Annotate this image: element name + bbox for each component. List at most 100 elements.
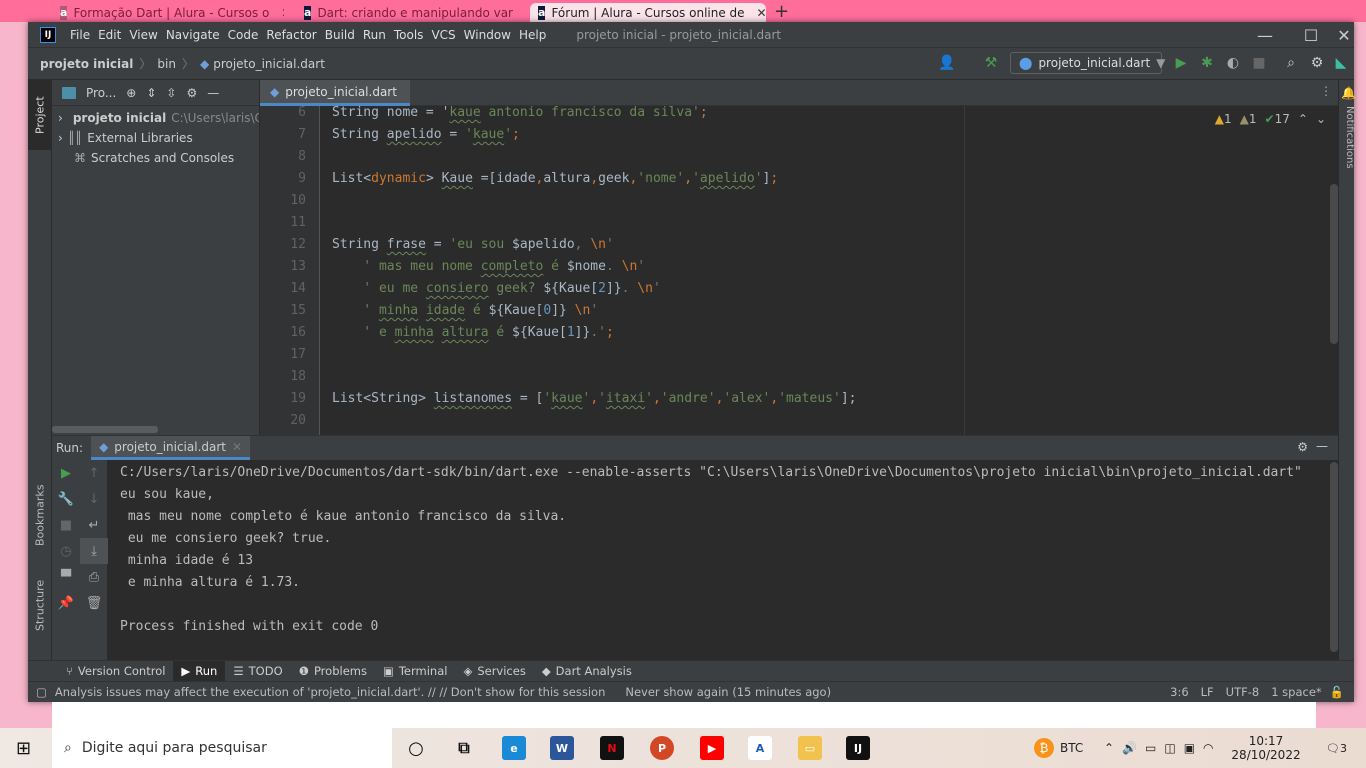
menu-refactor[interactable]: Refactor bbox=[262, 28, 320, 42]
gear-icon[interactable]: ⚙ bbox=[186, 86, 197, 100]
camera-icon[interactable]: ◫ bbox=[1164, 741, 1175, 755]
panel-toggle-icon[interactable]: ▢ bbox=[36, 685, 47, 699]
run-icon[interactable]: ▶ bbox=[1172, 54, 1190, 72]
tab-structure[interactable]: Structure bbox=[28, 570, 52, 640]
edge-icon[interactable]: e bbox=[502, 736, 526, 760]
netflix-icon[interactable]: N bbox=[600, 736, 624, 760]
close-window-button[interactable]: ✕ bbox=[1334, 22, 1354, 48]
project-panel-title[interactable]: Pro... bbox=[86, 86, 116, 100]
close-tab-icon[interactable]: ✕ bbox=[232, 440, 242, 454]
expand-all-icon[interactable]: ⇕ bbox=[146, 86, 156, 100]
indent[interactable]: 1 space* bbox=[1271, 685, 1321, 699]
menu-view[interactable]: View bbox=[125, 28, 161, 42]
hide-icon[interactable]: — bbox=[1316, 439, 1328, 453]
pin-icon[interactable]: 📌 bbox=[52, 590, 80, 616]
line-separator[interactable]: LF bbox=[1201, 685, 1214, 699]
tab-version-control[interactable]: ⑂ Version Control bbox=[58, 661, 173, 682]
menu-build[interactable]: Build bbox=[321, 28, 359, 42]
never-show-again-link[interactable]: Never show again (15 minutes ago) bbox=[625, 685, 831, 699]
up-arrow-icon[interactable]: ↑ bbox=[80, 460, 108, 486]
run-configuration-dropdown[interactable]: ⬤ projeto_inicial.dart ▼ bbox=[1010, 52, 1165, 74]
inspection-widget[interactable]: ▲1 ▲1 ✔17 ⌃ ⌄ bbox=[1215, 112, 1326, 126]
editor-tab[interactable]: ◆ projeto_inicial.dart bbox=[260, 80, 410, 106]
notifications-bell-icon[interactable]: 🔔 bbox=[1341, 86, 1356, 100]
stop-icon[interactable]: ■ bbox=[1250, 54, 1268, 72]
gear-icon[interactable]: ⚙ bbox=[1297, 440, 1308, 454]
menu-file[interactable]: File bbox=[66, 28, 94, 42]
tab-todo[interactable]: ☰ TODO bbox=[225, 661, 290, 682]
gear-icon[interactable]: ⚙ bbox=[1308, 54, 1326, 72]
chevron-up-icon[interactable]: ⌃ bbox=[1298, 112, 1308, 126]
maximize-button[interactable]: ☐ bbox=[1288, 22, 1334, 48]
wifi-icon[interactable]: ◠ bbox=[1203, 741, 1213, 755]
chevron-up-icon[interactable]: ⌃ bbox=[1104, 741, 1114, 755]
print-icon[interactable]: ⎙ bbox=[80, 564, 108, 590]
battery-icon[interactable]: ▭ bbox=[1145, 741, 1156, 755]
menu-navigate[interactable]: Navigate bbox=[162, 28, 224, 42]
tab-bookmarks[interactable]: Bookmarks bbox=[28, 480, 52, 550]
youtube-icon[interactable]: ▶ bbox=[700, 736, 724, 760]
status-message[interactable]: Analysis issues may affect the execution… bbox=[55, 685, 606, 699]
tab-run[interactable]: ▶ Run bbox=[173, 660, 226, 682]
build-hammer-icon[interactable]: ⚒ bbox=[982, 54, 1000, 72]
tab-project[interactable]: Project bbox=[28, 80, 52, 150]
powerpoint-icon[interactable]: P bbox=[650, 736, 674, 760]
menu-window[interactable]: Window bbox=[460, 28, 515, 42]
btc-widget[interactable]: ₿ BTC bbox=[1034, 728, 1083, 768]
down-arrow-icon[interactable]: ↓ bbox=[80, 486, 108, 512]
tab-notifications[interactable]: Notifications bbox=[1339, 106, 1355, 169]
tab-problems[interactable]: ❶ Problems bbox=[291, 661, 375, 682]
clock[interactable]: 10:17 28/10/2022 bbox=[1231, 728, 1300, 768]
close-tab-icon[interactable]: ✕ bbox=[281, 6, 284, 20]
console-output[interactable]: C:/Users/laris/OneDrive/Documentos/dart-… bbox=[120, 462, 1302, 638]
trash-icon[interactable]: 🗑 bbox=[80, 590, 108, 616]
close-tab-icon[interactable]: ✕ bbox=[757, 6, 766, 20]
task-view-icon[interactable]: ⧉ bbox=[452, 736, 476, 760]
browser-tab[interactable]: aFormação Dart | Alura - Cursos o✕ bbox=[52, 3, 284, 22]
tree-item-scratches[interactable]: ⌘ Scratches and Consoles bbox=[52, 148, 259, 168]
taskbar-search[interactable]: ⌕ Digite aqui para pesquisar bbox=[52, 728, 392, 768]
new-tab-button[interactable]: + bbox=[774, 1, 789, 22]
breadcrumb-project[interactable]: projeto inicial bbox=[40, 57, 133, 71]
device-icon[interactable]: ▣ bbox=[1184, 741, 1195, 755]
stop-icon[interactable]: ■ bbox=[52, 512, 80, 538]
code-editor[interactable]: ◆ projeto_inicial.dart ⋮ 6 String nome = '… bbox=[260, 80, 1338, 435]
cortana-icon[interactable]: ○ bbox=[404, 736, 428, 760]
layout-icon[interactable]: ▀ bbox=[52, 564, 80, 590]
app-icon[interactable]: A bbox=[748, 736, 772, 760]
tab-terminal[interactable]: ▣ Terminal bbox=[375, 661, 455, 682]
wrench-icon[interactable]: 🔧 bbox=[52, 486, 80, 512]
windows-start-icon[interactable]: ⊞ bbox=[16, 738, 31, 759]
horizontal-scrollbar[interactable] bbox=[52, 426, 158, 433]
breadcrumb-bin[interactable]: bin bbox=[157, 57, 176, 71]
volume-icon[interactable]: 🔊 bbox=[1122, 741, 1137, 755]
chevron-down-icon[interactable]: ⌄ bbox=[1316, 112, 1326, 126]
debug-icon[interactable]: ✱ bbox=[1198, 54, 1216, 72]
tab-dart-analysis[interactable]: ◆ Dart Analysis bbox=[534, 661, 640, 682]
menu-run[interactable]: Run bbox=[359, 28, 390, 42]
cursor-position[interactable]: 3:6 bbox=[1170, 685, 1189, 699]
breadcrumb-file[interactable]: projeto_inicial.dart bbox=[213, 57, 325, 71]
rerun-icon[interactable]: ▶ bbox=[52, 460, 80, 486]
file-explorer-icon[interactable]: ▭ bbox=[798, 736, 822, 760]
menu-tools[interactable]: Tools bbox=[390, 28, 428, 42]
coverage-icon[interactable]: ◐ bbox=[1224, 54, 1242, 72]
notification-center[interactable]: 🗨 3 bbox=[1326, 728, 1347, 768]
browser-tab[interactable]: aDart: criando e manipulando var✕ bbox=[296, 3, 524, 22]
editor-scrollbar[interactable] bbox=[1330, 184, 1338, 344]
menu-edit[interactable]: Edit bbox=[94, 28, 125, 42]
system-tray[interactable]: ⌃ 🔊 ▭ ◫ ▣ ◠ bbox=[1104, 728, 1214, 768]
soft-wrap-icon[interactable]: ↵ bbox=[80, 512, 108, 538]
intellij-taskbar-icon[interactable]: IJ bbox=[846, 736, 870, 760]
lock-icon[interactable]: 🔓 bbox=[1330, 685, 1344, 699]
tab-services[interactable]: ◈ Services bbox=[455, 661, 533, 682]
encoding[interactable]: UTF-8 bbox=[1226, 685, 1260, 699]
menu-help[interactable]: Help bbox=[515, 28, 550, 42]
user-icon[interactable]: 👤 bbox=[938, 54, 956, 72]
collapse-all-icon[interactable]: ⇳ bbox=[166, 86, 176, 100]
code-with-me-icon[interactable]: ◣ bbox=[1332, 54, 1350, 72]
code-area[interactable]: 6 String nome = 'kaue antonio francisco d… bbox=[260, 106, 1338, 435]
more-options-icon[interactable]: ⋮ bbox=[1320, 84, 1332, 98]
search-icon[interactable]: ⌕ bbox=[1282, 54, 1300, 72]
word-icon[interactable]: W bbox=[550, 736, 574, 760]
